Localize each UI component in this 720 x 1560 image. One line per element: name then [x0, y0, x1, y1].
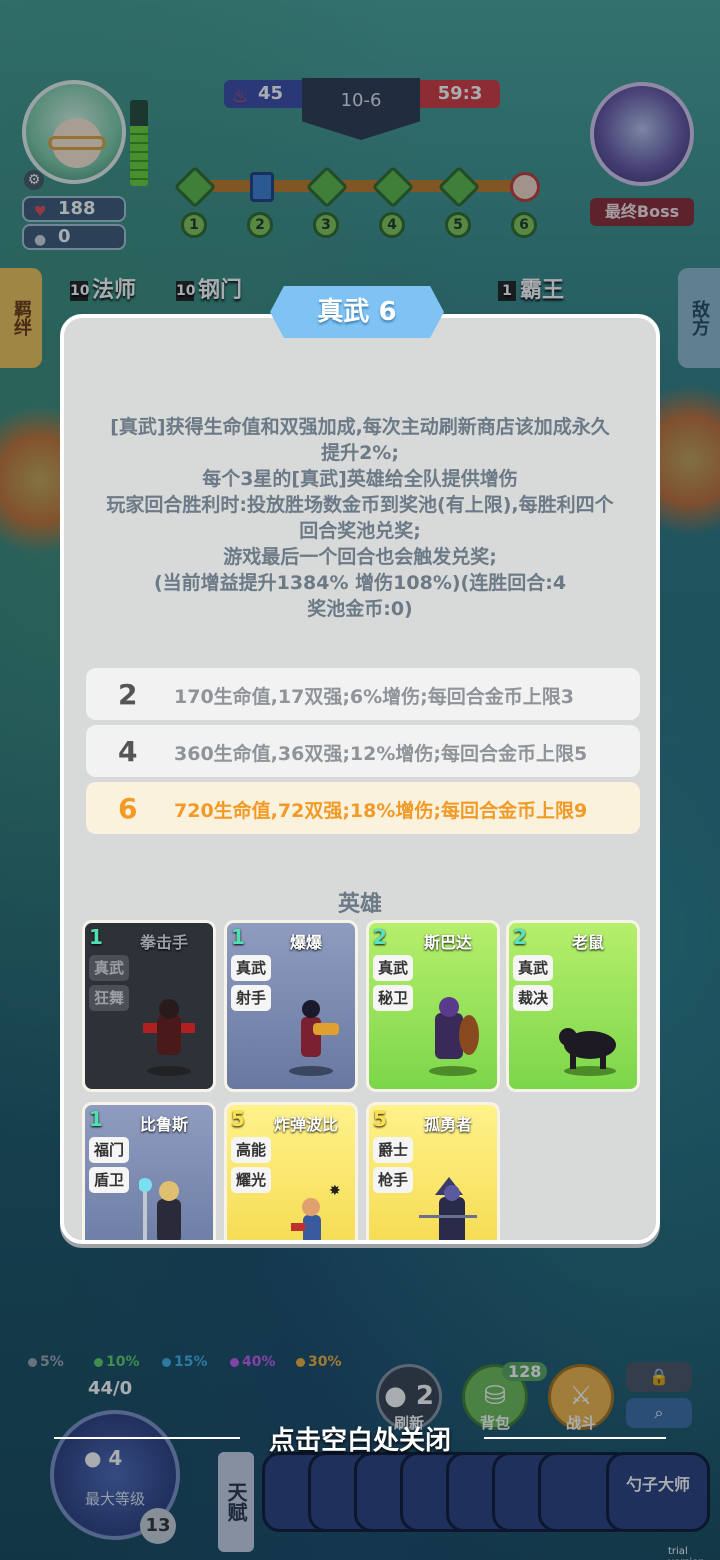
- hero-trait-tag: 耀光: [231, 1167, 271, 1193]
- hero-trait-tag: 真武: [231, 955, 271, 981]
- synergy-tier: 4 360生命值,36双强;12%增伤;每回合金币上限5: [86, 725, 640, 777]
- hero-sprite: [559, 1028, 616, 1076]
- hero-cost: 5: [231, 1107, 245, 1131]
- description-line: 提升2%;: [321, 442, 399, 464]
- hero-sprite: [429, 997, 479, 1076]
- hero-card[interactable]: 1 爆爆 真武 射手: [224, 920, 358, 1092]
- hero-trait-tag: 枪手: [373, 1167, 413, 1193]
- hero-sprite: [289, 1000, 339, 1076]
- tier-number: 2: [118, 678, 138, 711]
- heroes-section-title: 英雄: [337, 892, 382, 917]
- hero-name: 比鲁斯: [139, 1115, 188, 1134]
- hero-name: 拳击手: [139, 933, 188, 952]
- hero-trait-tag: 爵士: [373, 1137, 413, 1163]
- hero-trait-tag: 秘卫: [373, 985, 413, 1011]
- hero-trait-tag: 盾卫: [89, 1167, 129, 1193]
- tier-text: 360生命值,36双强;12%增伤;每回合金币上限5: [174, 743, 588, 765]
- hero-cost: 1: [231, 925, 245, 949]
- hero-name: 爆爆: [289, 933, 322, 952]
- hero-cost: 5: [373, 1107, 387, 1131]
- hero-cost: 1: [89, 1107, 103, 1131]
- hero-sprite: [143, 999, 195, 1076]
- tier-text: 170生命值,17双强;6%增伤;每回合金币上限3: [174, 686, 574, 708]
- description-line: 游戏最后一个回合也会触发兑奖;: [223, 546, 497, 568]
- hero-cost: 2: [513, 925, 527, 949]
- tier-number: 6: [118, 792, 138, 825]
- hero-trait-tag: 狂舞: [89, 985, 129, 1011]
- description-line: 玩家回合胜利时:投放胜场数金币到奖池(有上限),每胜利四个: [106, 494, 614, 516]
- hero-card[interactable]: 5 孤勇者 爵士 枪手: [366, 1102, 500, 1240]
- hero-trait-tag: 真武: [373, 955, 413, 981]
- svg-text:✸: ✸: [329, 1183, 341, 1199]
- hero-sprite: ✸: [291, 1183, 341, 1240]
- description-line: [真武]获得生命值和双强加成,每次主动刷新商店该加成永久: [110, 416, 610, 438]
- tier-number: 4: [118, 735, 138, 768]
- synergy-description: [真武]获得生命值和双强加成,每次主动刷新商店该加成永久 提升2%; 每个3星的…: [76, 414, 644, 622]
- description-line: 每个3星的[真武]英雄给全队提供增伤: [202, 468, 518, 490]
- hero-card[interactable]: 5 炸弹波比 高能 耀光 ✸: [224, 1102, 358, 1240]
- hero-name: 老鼠: [571, 933, 604, 952]
- tier-text: 720生命值,72双强;18%增伤;每回合金币上限9: [174, 800, 588, 822]
- modal-title: 真武 6: [270, 286, 444, 338]
- hero-trait-tag: 真武: [89, 955, 129, 981]
- hero-card[interactable]: 2 老鼠 真武 裁决: [506, 920, 640, 1092]
- close-hint[interactable]: 点击空白处关闭: [0, 1420, 720, 1457]
- hero-name: 孤勇者: [423, 1115, 472, 1134]
- description-line: 奖池金币:0): [307, 598, 413, 620]
- synergy-tier: 2 170生命值,17双强;6%增伤;每回合金币上限3: [86, 668, 640, 720]
- synergy-tier-active: 6 720生命值,72双强;18%增伤;每回合金币上限9: [86, 782, 640, 834]
- hero-card[interactable]: 2 斯巴达 真武 秘卫: [366, 920, 500, 1092]
- hero-trait-tag: 福门: [89, 1137, 129, 1163]
- hero-cost: 2: [373, 925, 387, 949]
- synergy-detail-modal: [真武]获得生命值和双强加成,每次主动刷新商店该加成永久 提升2%; 每个3星的…: [60, 314, 660, 1244]
- description-line: 回合奖池兑奖;: [299, 520, 421, 542]
- hero-card[interactable]: 1 比鲁斯 福门 盾卫: [82, 1102, 216, 1240]
- hero-cost: 1: [89, 925, 103, 949]
- hero-sprite: [139, 1178, 181, 1240]
- hero-trait-tag: 射手: [231, 985, 271, 1011]
- hero-sprite: [419, 1177, 477, 1240]
- hero-trait-tag: 真武: [513, 955, 553, 981]
- hero-card[interactable]: 1 拳击手 真武 狂舞: [82, 920, 216, 1092]
- hero-name: 斯巴达: [423, 933, 472, 952]
- hero-trait-tag: 高能: [231, 1137, 271, 1163]
- description-line: (当前增益提升1384% 增伤108%)(连胜回合:4: [153, 572, 567, 594]
- hero-name: 炸弹波比: [273, 1115, 338, 1134]
